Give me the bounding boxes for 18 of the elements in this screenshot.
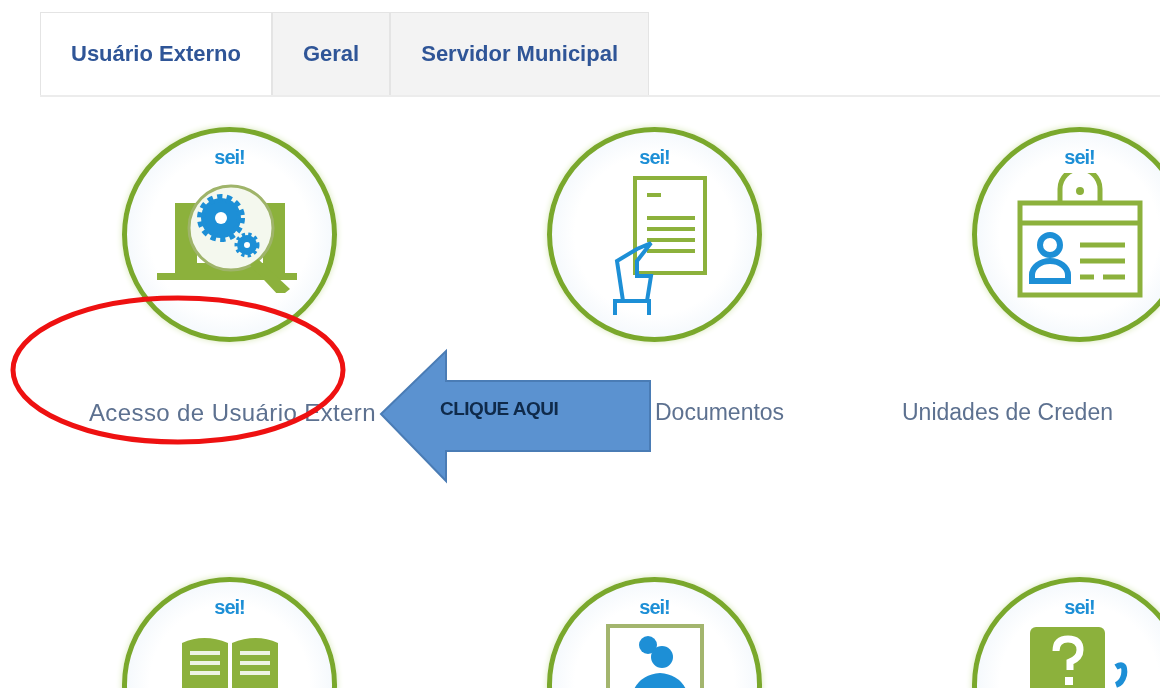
- service-link[interactable]: Documentos: [655, 399, 785, 426]
- tab[interactable]: Usuário Externo: [40, 12, 272, 95]
- logo-text: sei!: [214, 146, 245, 169]
- service-tile-button[interactable]: sei!: [547, 577, 762, 688]
- logo-text: sei!: [1064, 146, 1095, 169]
- logo-text: sei!: [639, 146, 670, 169]
- service-link[interactable]: Unidades de Creden: [902, 399, 1113, 426]
- callout-text: CLIQUE AQUI: [440, 398, 559, 420]
- service-tile-button[interactable]: sei!: [972, 577, 1160, 688]
- service-tile-button[interactable]: sei!: [547, 127, 762, 342]
- logo-text: sei!: [639, 596, 670, 619]
- logo-text: sei!: [1064, 596, 1095, 619]
- tab[interactable]: Geral: [271, 12, 391, 95]
- logo-text: sei!: [214, 596, 245, 619]
- service-tile-button[interactable]: sei!: [122, 577, 337, 688]
- tab[interactable]: Servidor Municipal: [390, 12, 650, 95]
- service-tile-button[interactable]: sei!: [122, 127, 337, 342]
- service-tile-button[interactable]: sei!: [972, 127, 1160, 342]
